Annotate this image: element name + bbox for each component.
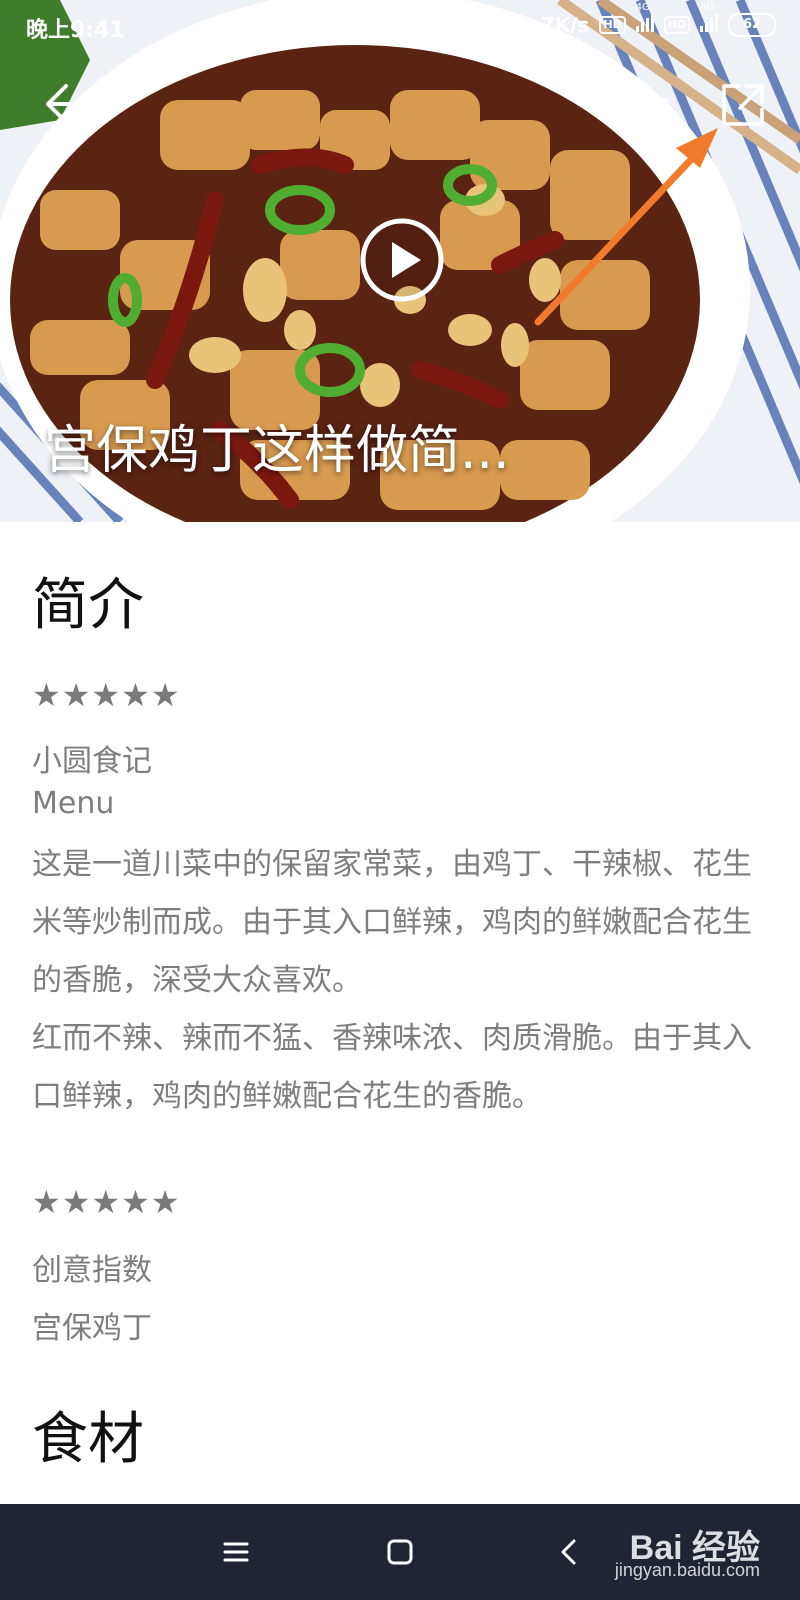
status-indicators: ••• 4.7K/s HD 4G HD 4G 62 (470, 2, 776, 38)
share-icon[interactable] (720, 82, 766, 128)
status-time: 晚上9:41 (26, 18, 125, 43)
intro-heading: 简介 (32, 573, 144, 638)
recipe-video-cover[interactable]: 晚上9:41 ••• 4.7K/s HD 4G HD 4G 62 宫保鸡丁这样做… (0, 0, 800, 522)
network-type-label-2: 4G (700, 2, 715, 13)
creative-index-label: 创意指数 (32, 1253, 152, 1288)
back-icon[interactable] (556, 1538, 584, 1566)
baidu-watermark-url: jingyan.baidu.com (614, 1560, 760, 1580)
battery-icon: 62 (728, 13, 776, 37)
network-type-label: 4G (635, 2, 650, 13)
description-paragraph-1: 这是一道川菜中的保留家常菜，由鸡丁、干辣椒、花生米等炒制而成。由于其入口鲜辣，鸡… (32, 847, 752, 998)
network-speed: 4.7K/s (519, 13, 590, 37)
video-title: 宫保鸡丁这样做简... (44, 421, 510, 481)
ingredients-heading: 食材 (32, 1407, 144, 1472)
star-icon[interactable] (622, 82, 670, 128)
home-icon[interactable] (386, 1538, 414, 1566)
signal-icon: 4G (635, 2, 654, 38)
rating-stars: ★★★★★ (32, 676, 181, 714)
creative-rating-stars: ★★★★★ (32, 1183, 181, 1221)
status-bar: 晚上9:41 ••• 4.7K/s HD 4G HD 4G 62 (0, 0, 800, 50)
hd-badge: HD (599, 16, 626, 34)
dish-name: 宫保鸡丁 (32, 1311, 152, 1346)
hd-badge-2: HD (663, 16, 690, 34)
menu-icon[interactable] (222, 1538, 250, 1566)
author-name[interactable]: 小圆食记 (32, 736, 152, 780)
dots-icon: ••• (470, 12, 510, 38)
play-icon[interactable] (359, 217, 445, 303)
description-paragraph-2: 红而不辣、辣而不猛、香辣味浓、肉质滑脆。由于其入口鲜辣，鸡肉的鲜嫩配合花生的香脆… (32, 1021, 752, 1114)
back-arrow-icon[interactable] (42, 82, 94, 126)
signal-icon-2: 4G (700, 2, 718, 38)
menu-label: Menu (32, 786, 115, 821)
